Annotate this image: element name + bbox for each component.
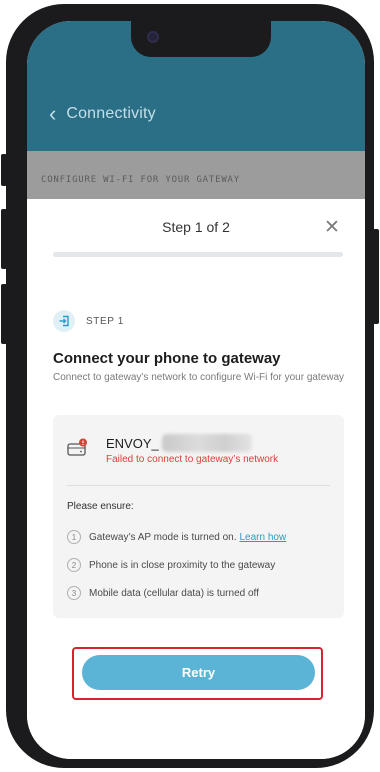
login-icon — [53, 310, 75, 332]
phone-frame: ‹ Connectivity CONFIGURE WI-FI FOR YOUR … — [1, 4, 379, 768]
number-badge: 1 — [67, 530, 81, 544]
phone-action-button — [1, 154, 7, 186]
number-badge: 2 — [67, 558, 81, 572]
gateway-error-icon — [67, 438, 87, 456]
section-title: CONFIGURE WI-FI FOR YOUR GATEWAY — [27, 151, 365, 199]
chevron-left-icon: ‹ — [49, 101, 57, 126]
phone-screen: ‹ Connectivity CONFIGURE WI-FI FOR YOUR … — [27, 21, 365, 759]
back-button[interactable]: ‹ Connectivity — [49, 101, 179, 127]
sheet-title: Step 1 of 2 — [162, 219, 230, 235]
number-badge: 3 — [67, 586, 81, 600]
phone-volume-down-button — [1, 284, 7, 344]
retry-button[interactable]: Retry — [82, 655, 315, 690]
divider — [67, 485, 330, 486]
ensure-item-1: 1 Gateway’s AP mode is turned on. Learn … — [67, 529, 337, 545]
ssid-redacted — [161, 434, 252, 452]
connection-error-text: Failed to connect to gateway’s network — [106, 454, 279, 465]
phone-power-button — [373, 229, 379, 324]
step-label: STEP 1 — [86, 315, 124, 327]
ensure-item-2: 2 Phone is in close proximity to the gat… — [67, 557, 337, 573]
step-description: Connect to gateway’s network to configur… — [53, 372, 345, 383]
bottom-sheet: Step 1 of 2 ✕ STEP 1 Connect your phone … — [27, 199, 365, 759]
step-progress-bar — [53, 252, 343, 257]
step-heading: Connect your phone to gateway — [53, 350, 281, 367]
phone-volume-up-button — [1, 209, 7, 269]
front-camera — [147, 31, 159, 43]
ensure-item-text: Phone is in close proximity to the gatew… — [89, 559, 276, 571]
gateway-status-card: ENVOY_ Failed to connect to gateway’s ne… — [53, 415, 344, 618]
ensure-title: Please ensure: — [67, 501, 134, 512]
ensure-item-3: 3 Mobile data (cellular data) is turned … — [67, 585, 337, 601]
gateway-ssid: ENVOY_ — [106, 434, 252, 452]
close-icon[interactable]: ✕ — [322, 218, 342, 238]
ssid-prefix: ENVOY_ — [106, 435, 159, 451]
ensure-item-text: Mobile data (cellular data) is turned of… — [89, 587, 259, 599]
learn-how-link[interactable]: Learn how — [240, 532, 287, 543]
notch — [131, 21, 271, 57]
ensure-item-text: Gateway’s AP mode is turned on. — [89, 531, 237, 543]
step-indicator: STEP 1 — [53, 310, 124, 332]
header-title: Connectivity — [66, 105, 156, 122]
